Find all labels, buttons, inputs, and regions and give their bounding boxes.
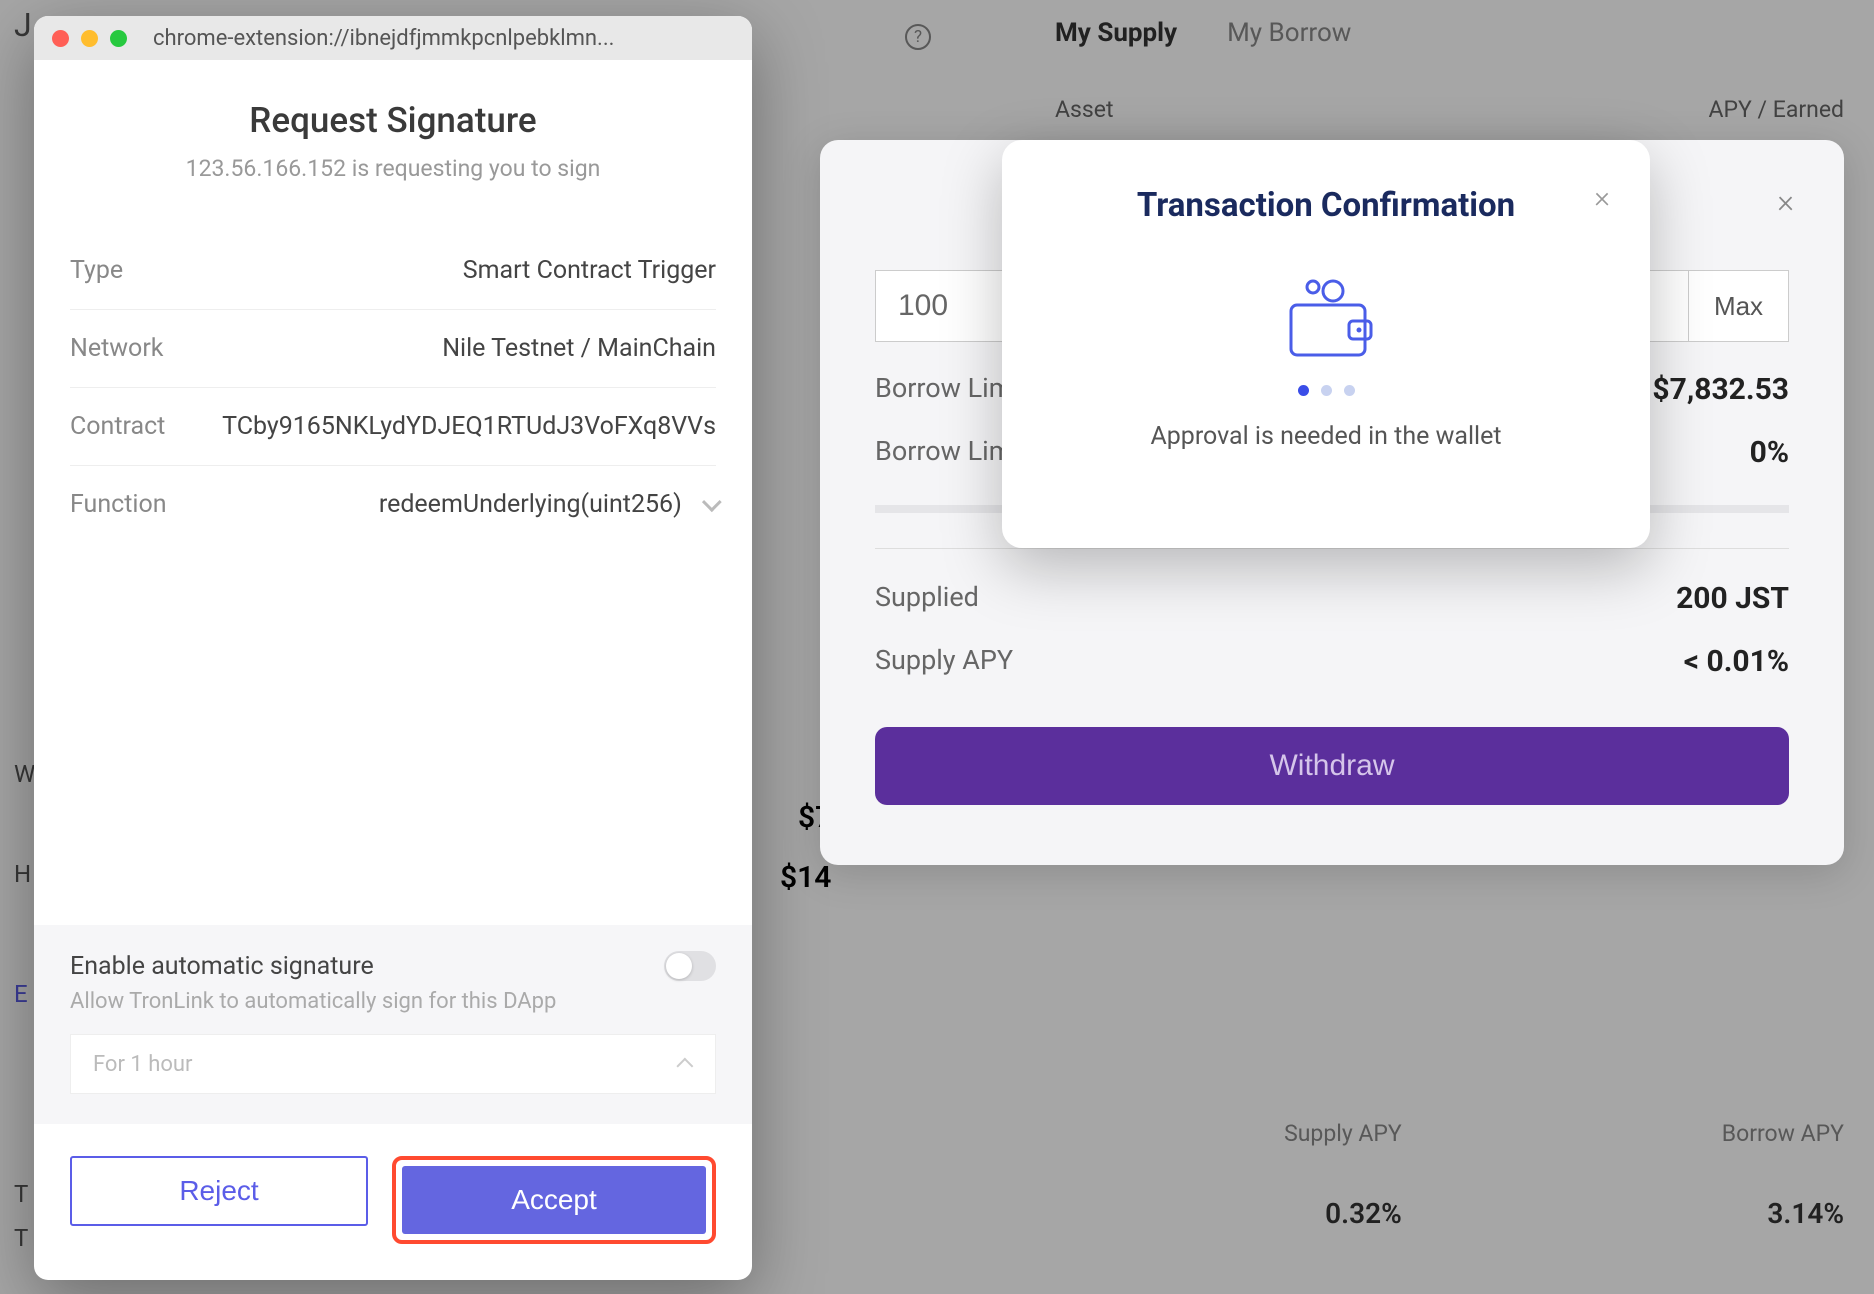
- reject-button[interactable]: Reject: [70, 1156, 368, 1226]
- detail-label: Function: [70, 490, 167, 519]
- extension-footer: Reject Accept: [70, 1124, 716, 1250]
- dot: [1344, 385, 1355, 396]
- detail-label: Contract: [70, 412, 165, 441]
- close-icon[interactable]: ×: [1594, 180, 1610, 215]
- wallet-icon: [1271, 279, 1381, 359]
- borrow-limit-value: $7,832.53: [1652, 372, 1789, 407]
- maximize-window-icon[interactable]: [110, 30, 127, 47]
- auto-sig-toggle[interactable]: [664, 951, 716, 981]
- toggle-knob: [666, 953, 692, 979]
- detail-value: redeemUnderlying(uint256): [379, 490, 716, 519]
- duration-select[interactable]: For 1 hour: [70, 1034, 716, 1094]
- detail-row-contract: Contract TCby9165NKLydYDJEQ1RTUdJ3VoFXq8…: [70, 388, 716, 466]
- detail-row-function[interactable]: Function redeemUnderlying(uint256): [70, 466, 716, 543]
- withdraw-button[interactable]: Withdraw: [875, 727, 1789, 805]
- detail-value: TCby9165NKLydYDJEQ1RTUdJ3VoFXq8VVs: [222, 412, 716, 441]
- accept-button-highlight: Accept: [392, 1156, 716, 1244]
- confirmation-text: Approval is needed in the wallet: [1042, 422, 1610, 451]
- chevron-up-icon: [676, 1058, 693, 1075]
- supply-apy-label: Supply APY: [875, 644, 1013, 679]
- supply-apy-value: < 0.01%: [1684, 644, 1789, 679]
- detail-row-network: Network Nile Testnet / MainChain: [70, 310, 716, 388]
- close-icon[interactable]: ×: [1777, 182, 1794, 220]
- request-title: Request Signature: [70, 100, 716, 141]
- accept-button[interactable]: Accept: [402, 1166, 706, 1234]
- close-window-icon[interactable]: [52, 30, 69, 47]
- chevron-down-icon: [702, 492, 722, 512]
- progress-dots: [1042, 385, 1610, 396]
- traffic-lights: [52, 30, 127, 47]
- window-titlebar: chrome-extension://ibnejdfjmmkpcnlpebklm…: [34, 16, 752, 60]
- detail-row-type: Type Smart Contract Trigger: [70, 232, 716, 310]
- extension-window: chrome-extension://ibnejdfjmmkpcnlpebklm…: [34, 16, 752, 1280]
- detail-label: Type: [70, 256, 123, 285]
- confirmation-title: Transaction Confirmation: [1042, 186, 1610, 225]
- max-button[interactable]: Max: [1689, 270, 1789, 342]
- auto-signature-panel: Enable automatic signature Allow TronLin…: [34, 925, 752, 1124]
- supplied-label: Supplied: [875, 581, 979, 616]
- auto-sig-label: Enable automatic signature: [70, 952, 374, 981]
- dot: [1321, 385, 1332, 396]
- window-url: chrome-extension://ibnejdfjmmkpcnlpebklm…: [153, 26, 614, 51]
- duration-value: For 1 hour: [93, 1052, 192, 1077]
- supplied-value: 200 JST: [1676, 581, 1789, 616]
- detail-label: Network: [70, 334, 163, 363]
- transaction-confirmation-modal: × Transaction Confirmation Approval is n…: [1002, 140, 1650, 548]
- request-subtitle: 123.56.166.152 is requesting you to sign: [70, 155, 716, 182]
- auto-sig-description: Allow TronLink to automatically sign for…: [70, 989, 716, 1014]
- divider: [875, 548, 1789, 549]
- dot-active: [1298, 385, 1309, 396]
- minimize-window-icon[interactable]: [81, 30, 98, 47]
- detail-value: Smart Contract Trigger: [463, 256, 716, 285]
- detail-value: Nile Testnet / MainChain: [442, 334, 716, 363]
- borrow-limit-used-value: 0%: [1750, 435, 1789, 470]
